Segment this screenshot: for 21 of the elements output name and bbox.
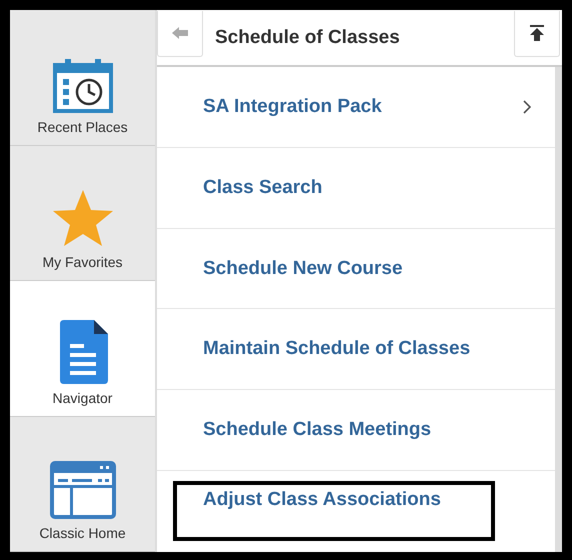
- menu-link[interactable]: Adjust Class Associations: [203, 489, 531, 512]
- menu-link[interactable]: Class Search: [203, 176, 531, 199]
- page-title: Schedule of Classes: [215, 26, 401, 48]
- sidebar-item[interactable]: Navigator: [10, 281, 155, 416]
- window-icon: [50, 461, 116, 519]
- sidebar-item[interactable]: My Favorites: [10, 146, 155, 281]
- menu-link[interactable]: Schedule New Course: [203, 258, 531, 280]
- scrollbar[interactable]: [555, 67, 562, 552]
- sidebar-item[interactable]: Classic Home: [10, 416, 155, 552]
- calendar-clock-icon: [52, 56, 112, 112]
- menu-link[interactable]: Maintain Schedule of Classes: [203, 338, 531, 360]
- star-icon: [50, 188, 114, 248]
- scroll-top-icon: [530, 25, 544, 41]
- back-arrow-icon: [172, 27, 188, 39]
- menu-link[interactable]: Schedule Class Meetings: [203, 419, 531, 442]
- menu-link[interactable]: SA Integration Pack: [203, 96, 523, 118]
- chevron-right-icon: [523, 100, 531, 114]
- document-icon: [58, 320, 108, 384]
- back-button[interactable]: [157, 10, 203, 56]
- scroll-top-button[interactable]: [514, 10, 560, 56]
- sidebar-item[interactable]: Recent Places: [10, 10, 155, 146]
